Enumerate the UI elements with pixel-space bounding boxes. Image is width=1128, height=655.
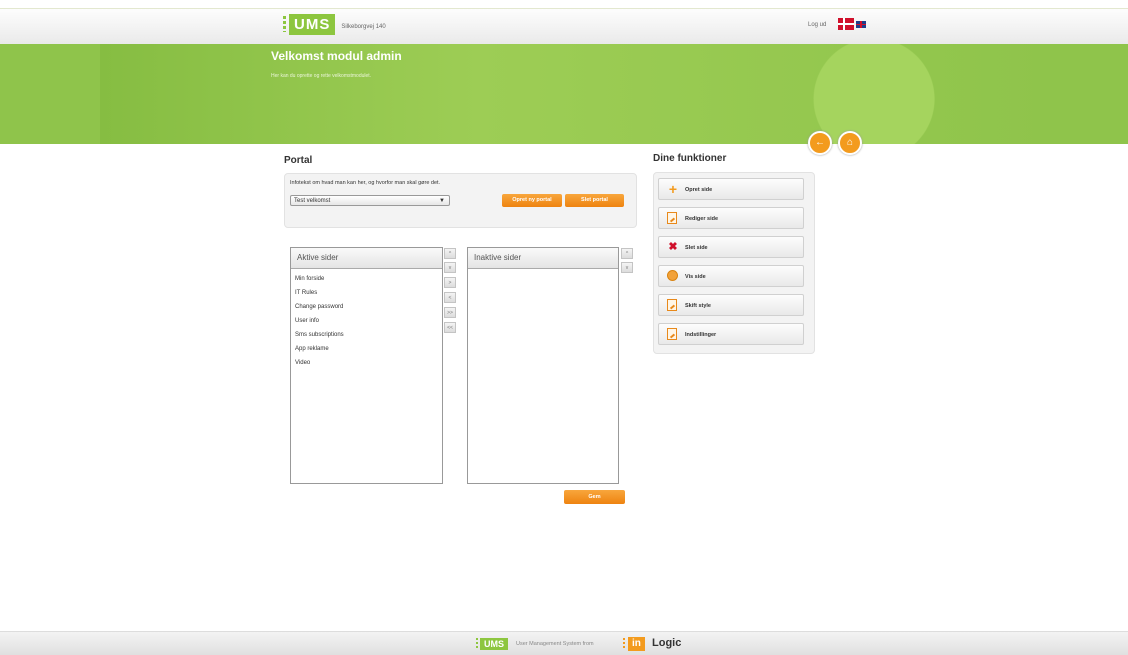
home-button[interactable]: ⌂ <box>838 131 862 155</box>
banner <box>0 44 1128 144</box>
footer: UMS User Management System from in Logic <box>0 631 1128 655</box>
back-arrow-icon: ← <box>815 137 825 148</box>
footer-inlogic-dots <box>623 638 625 650</box>
page-subtitle: Her kan du oprette og rette velkomstmodu… <box>271 73 372 79</box>
create-page-label: Opret side <box>685 187 713 193</box>
view-page-button[interactable]: Vis side <box>658 265 804 287</box>
move-all-left-button[interactable]: << <box>444 322 456 333</box>
inactive-move-down-button[interactable]: v <box>621 262 633 273</box>
delete-portal-button[interactable]: Slet portal <box>565 194 624 207</box>
delete-x-icon: ✖ <box>668 241 678 253</box>
functions-title: Dine funktioner <box>653 153 727 164</box>
active-pages-list[interactable]: Aktive sider Min forside IT Rules Change… <box>290 247 443 484</box>
settings-button[interactable]: Indstillinger <box>658 323 804 345</box>
inactive-move-up-button[interactable]: ^ <box>621 248 633 259</box>
move-right-button[interactable]: > <box>444 277 456 288</box>
document-settings-icon <box>667 328 677 340</box>
address-text: Silkeborgvej 140 <box>341 24 386 30</box>
home-icon: ⌂ <box>846 137 854 148</box>
globe-icon <box>667 270 678 281</box>
list-item[interactable]: Video <box>291 356 442 370</box>
settings-label: Indstillinger <box>685 332 717 338</box>
document-style-icon <box>667 299 677 311</box>
dropdown-arrow-icon: ▼ <box>439 198 445 204</box>
logo-text: UMS <box>289 13 336 35</box>
logo-dots <box>283 16 286 32</box>
top-line <box>0 0 1128 9</box>
english-flag-icon[interactable] <box>856 21 866 28</box>
save-button[interactable]: Gem <box>564 490 625 504</box>
change-style-button[interactable]: Skift style <box>658 294 804 316</box>
portal-select[interactable]: Test velkomst ▼ <box>290 195 450 206</box>
list-item[interactable]: IT Rules <box>291 286 442 300</box>
portal-title: Portal <box>284 155 313 166</box>
move-all-right-button[interactable]: >> <box>444 307 456 318</box>
create-portal-button[interactable]: Opret ny portal <box>502 194 562 207</box>
list-item[interactable]: User info <box>291 314 442 328</box>
list-item[interactable]: Min forside <box>291 272 442 286</box>
document-edit-icon <box>667 212 677 224</box>
ums-logo[interactable]: UMS Silkeborgvej 140 <box>283 13 386 35</box>
page-title: Velkomst modul admin <box>271 49 402 63</box>
move-left-button[interactable]: < <box>444 292 456 303</box>
banner-background <box>100 44 1044 144</box>
back-button[interactable]: ← <box>808 131 832 155</box>
move-up-button[interactable]: ^ <box>444 248 456 259</box>
move-down-button[interactable]: v <box>444 262 456 273</box>
view-page-label: Vis side <box>685 274 706 280</box>
inactive-pages-header: Inaktive sider <box>468 248 618 269</box>
footer-ums-dots <box>476 638 478 649</box>
logout-link[interactable]: Log ud <box>808 22 826 28</box>
inactive-pages-list[interactable]: Inaktive sider <box>467 247 619 484</box>
footer-in-logo: in <box>628 637 645 651</box>
top-bar <box>0 9 1128 44</box>
footer-logic-logo: Logic <box>652 637 682 649</box>
list-item[interactable]: Sms subscriptions <box>291 328 442 342</box>
delete-page-label: Slet side <box>685 245 708 251</box>
footer-ums-logo: UMS <box>480 638 508 650</box>
edit-page-button[interactable]: Rediger side <box>658 207 804 229</box>
portal-infotext: Infotekst om hvad man kan her, og hvorfo… <box>290 180 441 186</box>
list-item[interactable]: App reklame <box>291 342 442 356</box>
create-page-button[interactable]: + Opret side <box>658 178 804 200</box>
delete-page-button[interactable]: ✖ Slet side <box>658 236 804 258</box>
list-item[interactable]: Change password <box>291 300 442 314</box>
footer-text: User Management System from <box>516 641 594 647</box>
portal-select-value: Test velkomst <box>294 198 331 204</box>
danish-flag-icon[interactable] <box>838 18 854 30</box>
change-style-label: Skift style <box>685 303 711 309</box>
edit-page-label: Rediger side <box>685 216 719 222</box>
active-pages-header: Aktive sider <box>291 248 442 269</box>
plus-icon: + <box>668 181 678 197</box>
